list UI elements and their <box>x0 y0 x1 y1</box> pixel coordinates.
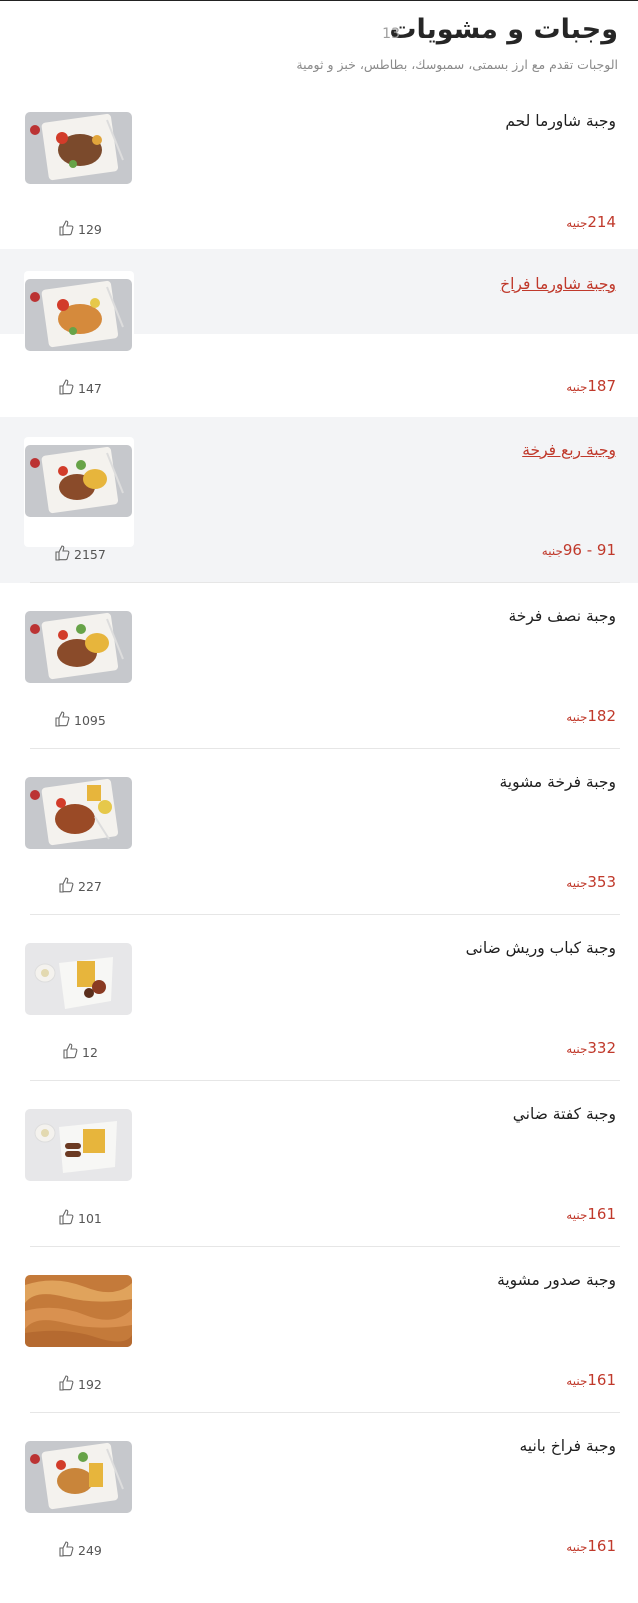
item-image[interactable] <box>25 445 132 517</box>
menu-item[interactable]: وجبة شاورما لحم 214جنيه 129 <box>0 98 638 268</box>
item-price: 161جنيه <box>566 1537 616 1555</box>
menu-item[interactable]: وجبة فراخ بانيه 161جنيه 249 <box>0 1413 638 1579</box>
item-price: 187جنيه <box>566 377 616 395</box>
item-price: 182جنيه <box>566 707 616 725</box>
like-button[interactable]: 129 <box>58 220 102 239</box>
thumbs-up-icon <box>58 877 74 896</box>
item-image[interactable] <box>25 1441 132 1513</box>
item-image[interactable] <box>25 112 132 184</box>
item-name[interactable]: وجبة شاورما فراخ <box>500 275 616 293</box>
menu-item[interactable]: وجبة نصف فرخة 182جنيه 1095 <box>0 583 638 749</box>
thumbs-up-icon <box>62 1043 78 1062</box>
menu-item[interactable]: وجبة صدور مشوية 161جنيه 192 <box>0 1247 638 1413</box>
like-count: 192 <box>78 1377 102 1392</box>
like-button[interactable]: 192 <box>58 1375 102 1394</box>
like-count: 227 <box>78 879 102 894</box>
menu-item[interactable]: وجبة كفتة ضاني 161جنيه 101 <box>0 1081 638 1247</box>
like-button[interactable]: 249 <box>58 1541 102 1560</box>
item-name[interactable]: وجبة ربع فرخة <box>522 441 616 459</box>
item-price: 161جنيه <box>566 1371 616 1389</box>
like-count: 147 <box>78 381 102 396</box>
like-button[interactable]: 101 <box>58 1209 102 1228</box>
like-count: 101 <box>78 1211 102 1226</box>
item-image[interactable] <box>25 777 132 849</box>
section-subtitle: الوجبات تقدم مع ارز بسمتى، سمبوسك، بطاطس… <box>296 57 618 72</box>
thumbs-up-icon <box>58 1375 74 1394</box>
item-name[interactable]: وجبة فراخ بانيه <box>519 1437 616 1455</box>
thumbs-up-icon <box>58 1541 74 1560</box>
item-image[interactable] <box>25 279 132 351</box>
like-count: 249 <box>78 1543 102 1558</box>
item-price: 91 - 96جنيه <box>541 541 616 559</box>
menu-item[interactable]: وجبة فرخة مشوية 353جنيه 227 <box>0 749 638 915</box>
item-price: 353جنيه <box>566 873 616 891</box>
item-name[interactable]: وجبة صدور مشوية <box>497 1271 616 1289</box>
item-name[interactable]: وجبة نصف فرخة <box>508 607 616 625</box>
item-name[interactable]: وجبة كباب وريش ضانى <box>466 939 616 957</box>
like-button[interactable]: 227 <box>58 877 102 896</box>
item-name[interactable]: وجبة شاورما لحم <box>505 112 616 130</box>
like-button[interactable]: 2157 <box>54 545 106 564</box>
section-title: وجبات و مشويات <box>389 14 618 45</box>
item-image[interactable] <box>25 611 132 683</box>
thumbs-up-icon <box>58 1209 74 1228</box>
like-count: 129 <box>78 222 102 237</box>
menu-item[interactable]: وجبة كباب وريش ضانى 332جنيه 12 <box>0 915 638 1081</box>
like-button[interactable]: 147 <box>58 379 102 398</box>
item-name[interactable]: وجبة كفتة ضاني <box>513 1105 616 1123</box>
menu-item[interactable]: وجبة شاورما فراخ 187جنيه 147 <box>0 249 638 419</box>
thumbs-up-icon <box>58 220 74 239</box>
thumbs-up-icon <box>54 545 70 564</box>
section-header: وجبات و مشويات 13 الوجبات تقدم مع ارز بس… <box>0 0 638 95</box>
item-image[interactable] <box>25 1275 132 1347</box>
item-image[interactable] <box>25 1109 132 1181</box>
like-count: 2157 <box>74 547 106 562</box>
menu-item[interactable]: وجبة ربع فرخة 91 - 96جنيه 2157 <box>0 417 638 583</box>
like-count: 12 <box>82 1045 98 1060</box>
item-price: 161جنيه <box>566 1205 616 1223</box>
item-image[interactable] <box>25 943 132 1015</box>
item-count: 13 <box>382 26 400 42</box>
item-name[interactable]: وجبة فرخة مشوية <box>499 773 616 791</box>
item-price: 332جنيه <box>566 1039 616 1057</box>
item-price: 214جنيه <box>566 213 616 231</box>
like-button[interactable]: 1095 <box>54 711 106 730</box>
like-count: 1095 <box>74 713 106 728</box>
thumbs-up-icon <box>54 711 70 730</box>
like-button[interactable]: 12 <box>62 1043 98 1062</box>
thumbs-up-icon <box>58 379 74 398</box>
